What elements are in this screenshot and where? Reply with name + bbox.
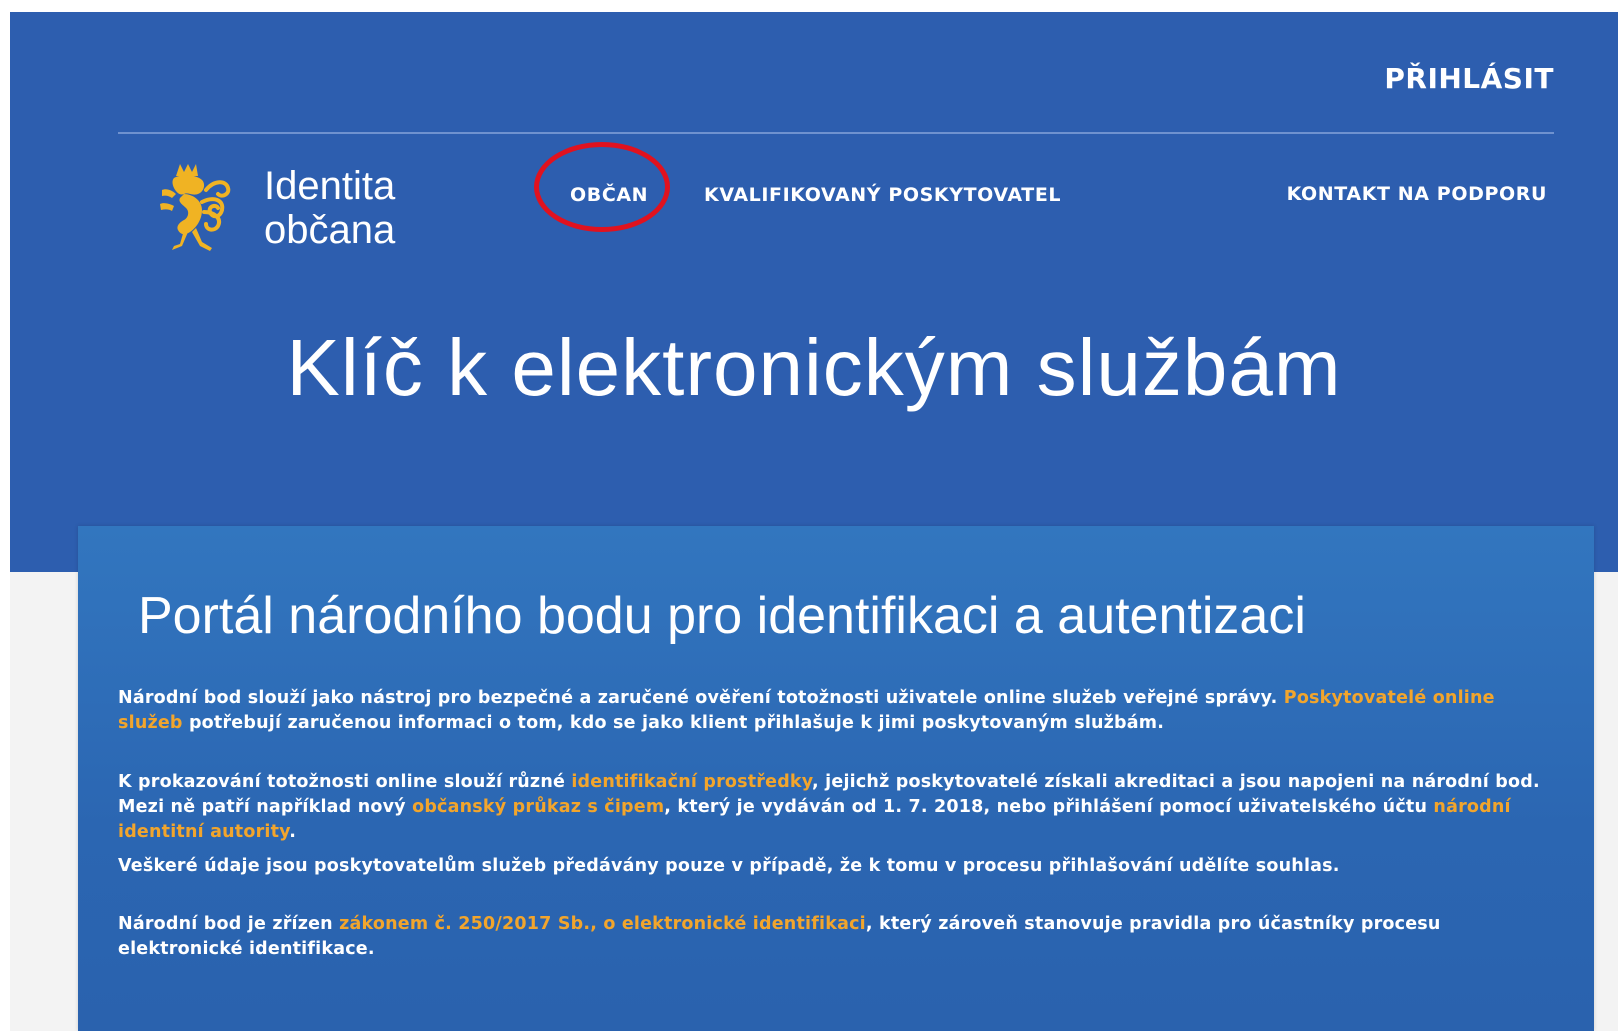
text: .	[289, 822, 297, 842]
paragraph-3: Veškeré údaje jsou poskytovatelům služeb…	[118, 854, 1554, 879]
header-divider	[118, 132, 1554, 134]
logo-text: Identita občana	[264, 164, 395, 252]
paragraph-4: Národní bod je zřízen zákonem č. 250/201…	[118, 912, 1554, 962]
link-identifikacni-prostredky[interactable]: identifikační prostředky	[571, 772, 812, 792]
link-zakon-250-2017[interactable]: zákonem č. 250/2017 Sb., o elektronické …	[339, 914, 866, 934]
hero-title: Klíč k elektronickým službám	[286, 323, 1342, 412]
paragraph-1: Národní bod slouží jako nástroj pro bezp…	[118, 686, 1554, 736]
paragraph-2: K prokazování totožnosti online slouží r…	[118, 770, 1554, 845]
nav-kontakt-na-podporu[interactable]: KONTAKT NA PODPORU	[1287, 183, 1547, 205]
text: Národní bod je zřízen	[118, 914, 340, 934]
text: K prokazování totožnosti online slouží r…	[118, 772, 572, 792]
login-button[interactable]: PŘIHLÁSIT	[1384, 62, 1554, 95]
info-card: Portál národního bodu pro identifikaci a…	[78, 526, 1594, 1031]
link-obcansky-prukaz[interactable]: občanský průkaz s čipem	[412, 797, 664, 817]
text: Veškeré údaje jsou poskytovatelům služeb…	[118, 856, 1340, 876]
hero-section	[10, 12, 1618, 572]
logo-line-1: Identita	[264, 164, 396, 208]
text: potřebují zaručenou informaci o tom, kdo…	[182, 713, 1165, 733]
card-title: Portál národního bodu pro identifikaci a…	[138, 587, 1306, 645]
czech-lion-icon	[160, 164, 231, 251]
nav-obcan[interactable]: OBČAN	[570, 184, 648, 206]
logo-line-2: občana	[264, 208, 396, 252]
text: , který je vydáván od 1. 7. 2018, nebo p…	[664, 797, 1434, 817]
text: Národní bod slouží jako nástroj pro bezp…	[118, 688, 1284, 708]
site-logo[interactable]: Identita občana	[158, 160, 418, 256]
nav-kvalifikovany-poskytovatel[interactable]: KVALIFIKOVANÝ POSKYTOVATEL	[704, 184, 1061, 206]
